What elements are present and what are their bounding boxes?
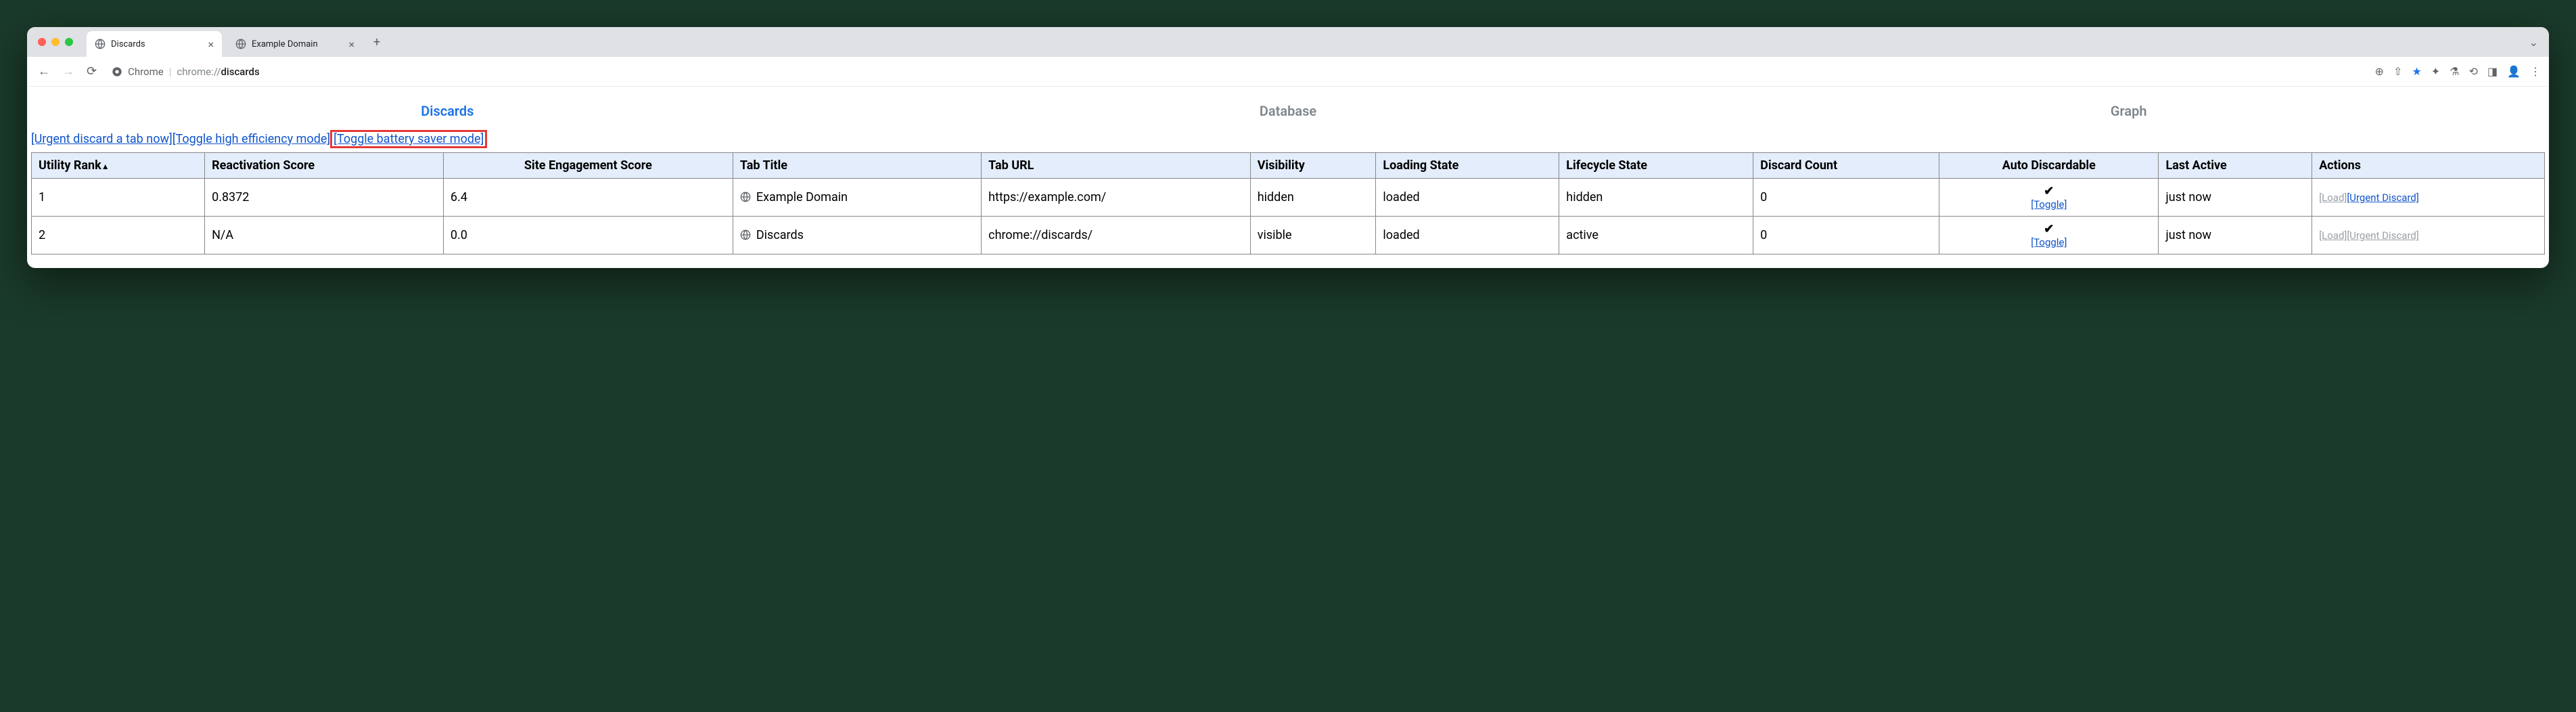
globe-icon [740,192,752,204]
tab-list-dropdown[interactable]: ⌄ [2529,36,2538,49]
cell-discard-count: 0 [1753,179,1939,217]
back-button[interactable]: ← [35,62,53,81]
browser-tab-example[interactable]: Example Domain × [227,31,363,57]
cell-engagement: 6.4 [443,179,733,217]
col-actions[interactable]: Actions [2312,153,2545,179]
tab-graph[interactable]: Graph [1708,93,2549,129]
refresh-icon[interactable]: ⟲ [2469,65,2478,78]
zoom-icon[interactable]: ⊕ [2375,65,2384,78]
tab-title: Example Domain [252,39,318,49]
cell-title: Example Domain [733,179,981,217]
browser-window: Discards × Example Domain × + ⌄ ← → ⟳ Ch… [27,27,2549,268]
check-icon: ✔ [2044,184,2054,198]
cell-title-text: Discards [756,228,804,242]
col-discard-count[interactable]: Discard Count [1753,153,1939,179]
load-link[interactable]: [Load] [2319,192,2347,204]
cell-visibility: visible [1250,217,1376,254]
cell-title-text: Example Domain [756,190,848,204]
cell-engagement: 0.0 [443,217,733,254]
cell-lifecycle: active [1559,217,1753,254]
globe-icon [740,229,752,242]
browser-tab-discards[interactable]: Discards × [87,31,222,57]
cell-url: chrome://discards/ [982,217,1251,254]
minimize-window-button[interactable] [51,38,60,46]
globe-icon [235,39,246,49]
cell-rank: 1 [32,179,205,217]
tab-discards[interactable]: Discards [27,93,868,129]
titlebar: Discards × Example Domain × + ⌄ [27,27,2549,57]
cell-url: https://example.com/ [982,179,1251,217]
cell-last-active: just now [2159,179,2312,217]
urgent-discard-now-link[interactable]: [Urgent discard a tab now] [31,132,172,146]
cell-lifecycle: hidden [1559,179,1753,217]
col-reactivation[interactable]: Reactivation Score [205,153,444,179]
toggle-discardable-link[interactable]: [Toggle] [1946,198,2151,210]
bookmark-star-icon[interactable]: ★ [2412,65,2421,78]
cell-reactivation: 0.8372 [205,179,444,217]
cell-discard-count: 0 [1753,217,1939,254]
col-auto-discardable[interactable]: Auto Discardable [1939,153,2159,179]
cell-reactivation: N/A [205,217,444,254]
cell-actions: [Load][Urgent Discard] [2312,217,2545,254]
close-tab-icon[interactable]: × [348,38,354,51]
col-last-active[interactable]: Last Active [2159,153,2312,179]
close-tab-icon[interactable]: × [208,38,214,51]
window-controls [38,38,73,46]
address-bar[interactable]: Chrome | chrome://discards [106,66,2368,78]
cell-title: Discards [733,217,981,254]
discards-table: Utility Rank▲ Reactivation Score Site En… [31,152,2545,254]
cell-last-active: just now [2159,217,2312,254]
cell-loading: loaded [1376,179,1559,217]
table-row: 10.83726.4 Example Domain https://example.… [32,179,2545,217]
top-action-links: [Urgent discard a tab now][Toggle high e… [27,129,2549,150]
toggle-battery-saver-link[interactable]: [Toggle battery saver mode] [334,132,484,146]
chrome-icon [112,66,122,77]
urgent-discard-link[interactable]: [Urgent Discard] [2347,192,2418,204]
url-scheme: chrome:// [177,66,221,78]
page-content: Discards Database Graph [Urgent discard … [27,87,2549,254]
col-lifecycle-state[interactable]: Lifecycle State [1559,153,1753,179]
page-tabs: Discards Database Graph [27,87,2549,129]
tab-database[interactable]: Database [868,93,1709,129]
col-tab-title[interactable]: Tab Title [733,153,981,179]
toggle-high-efficiency-link[interactable]: [Toggle high efficiency mode] [172,132,330,146]
browser-toolbar: ← → ⟳ Chrome | chrome://discards ⊕ ⇧ ★ ✦… [27,57,2549,87]
new-tab-button[interactable]: + [368,35,386,49]
col-loading-state[interactable]: Loading State [1376,153,1559,179]
sort-asc-icon: ▲ [101,162,110,171]
cell-visibility: hidden [1250,179,1376,217]
close-window-button[interactable] [38,38,46,46]
cell-actions: [Load][Urgent Discard] [2312,179,2545,217]
table-row: 2N/A0.0 Discards chrome://discards/visible… [32,217,2545,254]
toolbar-actions: ⊕ ⇧ ★ ✦ ⚗ ⟲ ◨ 👤 ⋮ [2375,65,2541,78]
extensions-icon[interactable]: ✦ [2431,65,2440,78]
cell-rank: 2 [32,217,205,254]
col-site-engagement[interactable]: Site Engagement Score [443,153,733,179]
labs-icon[interactable]: ⚗ [2450,65,2459,78]
url-label-chrome: Chrome [128,66,164,78]
cell-auto-discardable: ✔[Toggle] [1939,179,2159,217]
cell-auto-discardable: ✔[Toggle] [1939,217,2159,254]
urgent-discard-link[interactable]: [Urgent Discard] [2347,229,2418,242]
col-tab-url[interactable]: Tab URL [982,153,1251,179]
share-icon[interactable]: ⇧ [2393,65,2402,78]
col-visibility[interactable]: Visibility [1250,153,1376,179]
highlight-box: [Toggle battery saver mode] [330,130,487,148]
col-utility-rank[interactable]: Utility Rank▲ [32,153,205,179]
url-path: discards [221,66,259,78]
forward-button[interactable]: → [60,62,77,81]
profile-icon[interactable]: 👤 [2507,65,2521,78]
reload-button[interactable]: ⟳ [84,62,99,81]
maximize-window-button[interactable] [65,38,73,46]
url-separator: | [169,66,172,78]
sidepanel-icon[interactable]: ◨ [2487,65,2498,78]
check-icon: ✔ [2044,222,2054,236]
globe-icon [95,39,106,49]
cell-loading: loaded [1376,217,1559,254]
tab-title: Discards [111,39,145,49]
menu-icon[interactable]: ⋮ [2530,65,2541,78]
load-link[interactable]: [Load] [2319,229,2347,242]
toggle-discardable-link[interactable]: [Toggle] [1946,236,2151,248]
